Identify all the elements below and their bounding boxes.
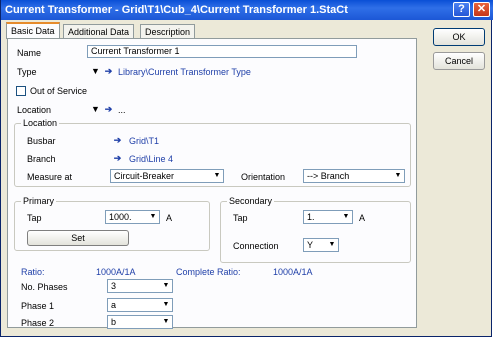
secondary-group-title: Secondary (227, 196, 275, 206)
out-of-service-checkbox[interactable] (16, 86, 26, 96)
primary-tap-value: 1000. (109, 212, 132, 222)
branch-arrow-icon[interactable]: ➔ (112, 153, 123, 164)
location-value: ... (118, 105, 126, 115)
help-button[interactable]: ? (453, 2, 470, 17)
cancel-button[interactable]: Cancel (433, 52, 485, 70)
location-group: Location Busbar ➔ Grid\T1 Branch ➔ Grid\… (14, 118, 411, 187)
orientation-label: Orientation (241, 172, 286, 182)
close-button[interactable]: ✕ (473, 2, 490, 17)
chevron-down-icon[interactable]: ▼ (326, 239, 338, 251)
chevron-down-icon[interactable]: ▼ (340, 211, 352, 223)
location-group-title: Location (21, 118, 60, 128)
type-value[interactable]: Library\Current Transformer Type (118, 67, 251, 77)
primary-group-title: Primary (21, 196, 56, 206)
tab-description[interactable]: Description (140, 24, 196, 39)
busbar-value[interactable]: Grid\T1 (129, 136, 159, 146)
name-input[interactable]: Current Transformer 1 (87, 45, 357, 58)
chevron-down-icon[interactable]: ▼ (160, 316, 172, 328)
phase2-label: Phase 2 (21, 318, 55, 328)
secondary-tap-select[interactable]: 1. ▼ (303, 210, 353, 224)
type-dropdown-icon[interactable]: ▼ (90, 66, 101, 77)
secondary-tap-value: 1. (307, 212, 315, 222)
primary-group: Primary Tap 1000. ▼ A Set (14, 196, 210, 251)
tab-additional-data[interactable]: Additional Data (63, 24, 135, 39)
branch-value[interactable]: Grid\Line 4 (129, 154, 173, 164)
tab-basic-data[interactable]: Basic Data (6, 22, 60, 39)
title-bar: Current Transformer - Grid\T1\Cub_4\Curr… (1, 0, 493, 20)
secondary-unit: A (359, 213, 366, 223)
ok-button[interactable]: OK (433, 28, 485, 46)
dialog-window: Current Transformer - Grid\T1\Cub_4\Curr… (0, 0, 493, 337)
phase1-select[interactable]: a ▼ (107, 298, 173, 312)
secondary-tap-label: Tap (233, 213, 248, 223)
chevron-down-icon[interactable]: ▼ (147, 211, 159, 223)
complete-ratio-value: 1000A/1A (273, 267, 313, 277)
orientation-value: --> Branch (307, 171, 350, 181)
chevron-down-icon[interactable]: ▼ (160, 299, 172, 311)
secondary-group: Secondary Tap 1. ▼ A Connection Y ▼ (220, 196, 411, 263)
ratio-value: 1000A/1A (96, 267, 136, 277)
measure-at-value: Circuit-Breaker (114, 171, 175, 181)
busbar-arrow-icon[interactable]: ➔ (112, 135, 123, 146)
connection-value: Y (307, 240, 314, 250)
measure-at-label: Measure at (27, 172, 73, 182)
no-phases-value: 3 (111, 281, 117, 291)
primary-unit: A (166, 213, 173, 223)
name-label: Name (17, 48, 42, 58)
primary-tap-label: Tap (27, 213, 42, 223)
measure-at-select[interactable]: Circuit-Breaker ▼ (110, 169, 224, 183)
connection-label: Connection (233, 241, 279, 251)
complete-ratio-label: Complete Ratio: (176, 267, 241, 277)
branch-label: Branch (27, 154, 56, 164)
no-phases-select[interactable]: 3 ▼ (107, 279, 173, 293)
connection-select[interactable]: Y ▼ (303, 238, 339, 252)
phase2-select[interactable]: b ▼ (107, 315, 173, 329)
phase1-label: Phase 1 (21, 301, 55, 311)
out-of-service-label: Out of Service (30, 86, 88, 96)
type-jump-arrow-icon[interactable]: ➔ (103, 66, 114, 77)
chevron-down-icon[interactable]: ▼ (160, 280, 172, 292)
phase2-value: b (111, 317, 117, 327)
location-jump-arrow-icon[interactable]: ➔ (103, 104, 114, 115)
no-phases-label: No. Phases (21, 282, 68, 292)
type-label: Type (17, 67, 37, 77)
primary-tap-select[interactable]: 1000. ▼ (105, 210, 160, 224)
chevron-down-icon[interactable]: ▼ (392, 170, 404, 182)
busbar-label: Busbar (27, 136, 56, 146)
location-dropdown-icon[interactable]: ▼ (90, 104, 101, 115)
phase1-value: a (111, 300, 117, 310)
basic-data-panel: Name Current Transformer 1 Type ▼ ➔ Libr… (7, 38, 417, 329)
orientation-select[interactable]: --> Branch ▼ (303, 169, 405, 183)
set-button[interactable]: Set (27, 230, 129, 246)
window-title: Current Transformer - Grid\T1\Cub_4\Curr… (5, 4, 348, 16)
chevron-down-icon[interactable]: ▼ (211, 170, 223, 182)
ratio-label: Ratio: (21, 267, 45, 277)
location-label: Location (17, 105, 52, 115)
